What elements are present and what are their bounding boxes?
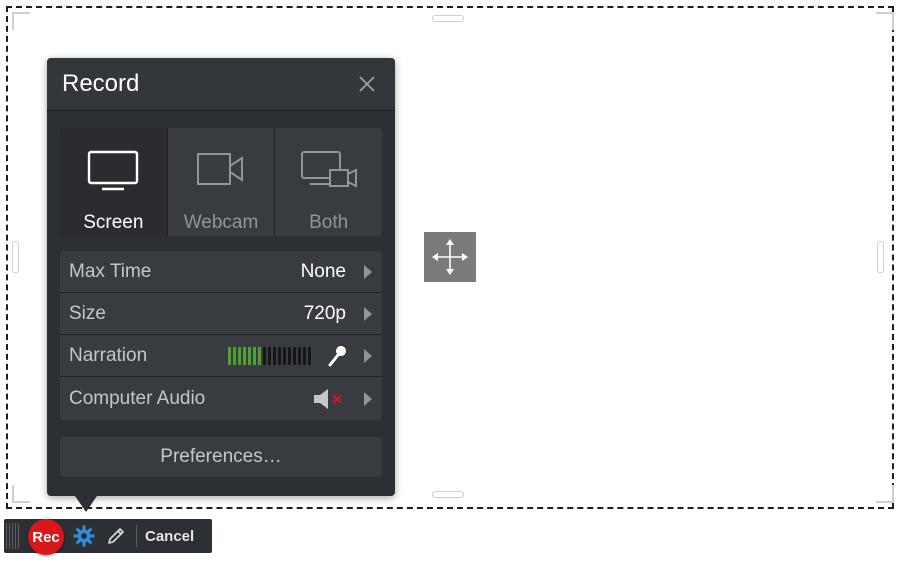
- max-time-label: Max Time: [69, 260, 152, 282]
- panel-title: Record: [62, 70, 140, 97]
- close-button[interactable]: [355, 72, 379, 96]
- preferences-button[interactable]: Preferences…: [60, 437, 382, 477]
- panel-header: Record: [47, 58, 395, 111]
- narration-label: Narration: [69, 344, 148, 366]
- setting-computer-audio[interactable]: Computer Audio: [60, 377, 382, 420]
- source-screen-button[interactable]: Screen: [60, 128, 167, 236]
- level-bar: [233, 346, 236, 365]
- pencil-icon: [108, 528, 124, 544]
- narration-level-meter: [228, 346, 311, 365]
- toolbar-divider: [136, 525, 137, 547]
- screen-and-webcam-icon: [300, 151, 357, 188]
- source-both-button[interactable]: Both: [275, 128, 382, 236]
- move-arrows-icon: [432, 239, 468, 275]
- cancel-button[interactable]: Cancel: [145, 528, 194, 545]
- gear-icon: [73, 525, 95, 547]
- setting-size[interactable]: Size 720p: [60, 293, 382, 334]
- size-value: 720p: [303, 302, 346, 324]
- level-bar: [258, 346, 261, 365]
- setting-max-time[interactable]: Max Time None: [60, 251, 382, 292]
- speaker-muted-icon: [314, 388, 342, 409]
- microphone-icon: [328, 345, 346, 366]
- setting-narration[interactable]: Narration: [60, 335, 382, 376]
- capture-corner-bottom-right[interactable]: [876, 485, 894, 503]
- level-bar: [303, 346, 306, 365]
- move-handle[interactable]: [424, 232, 476, 282]
- chevron-right-icon: [364, 264, 372, 279]
- source-webcam-button[interactable]: Webcam: [167, 128, 275, 236]
- source-both-label: Both: [309, 212, 349, 233]
- capture-corner-bottom-left[interactable]: [12, 485, 30, 503]
- webcam-icon: [197, 153, 243, 185]
- rec-button[interactable]: Rec: [28, 519, 64, 555]
- capture-corner-top-left[interactable]: [12, 12, 30, 30]
- level-bar: [293, 346, 296, 365]
- resize-handle-right[interactable]: [877, 241, 884, 273]
- settings-button[interactable]: [72, 524, 96, 548]
- level-bar: [278, 346, 281, 365]
- level-bar: [248, 346, 251, 365]
- level-bar: [243, 346, 246, 365]
- resize-handle-top[interactable]: [432, 15, 464, 22]
- settings-list: Max Time None Size 720p Narration Comput…: [60, 251, 382, 420]
- level-bar: [253, 346, 256, 365]
- resize-handle-left[interactable]: [12, 241, 19, 273]
- max-time-value: None: [300, 260, 346, 282]
- close-icon: [359, 76, 375, 92]
- capture-corner-top-right[interactable]: [876, 12, 894, 30]
- draw-button[interactable]: [104, 524, 128, 548]
- resize-handle-bottom[interactable]: [432, 491, 464, 498]
- source-screen-label: Screen: [83, 212, 144, 233]
- chevron-right-icon: [364, 306, 372, 321]
- level-bar: [228, 346, 231, 365]
- level-bar: [263, 346, 266, 365]
- chevron-right-icon: [364, 348, 372, 363]
- monitor-icon: [88, 150, 139, 191]
- level-bar: [288, 346, 291, 365]
- source-selector: Screen Webcam Both: [60, 128, 382, 236]
- level-bar: [238, 346, 241, 365]
- source-webcam-label: Webcam: [183, 212, 259, 233]
- record-panel: Record Screen Webcam Both Max Time None …: [47, 58, 395, 512]
- level-bar: [283, 346, 286, 365]
- chevron-right-icon: [364, 391, 372, 406]
- level-bar: [308, 346, 311, 365]
- level-bar: [298, 346, 301, 365]
- computer-audio-label: Computer Audio: [69, 387, 206, 409]
- drag-grip[interactable]: [6, 519, 24, 553]
- recording-toolbar: Rec Cancel: [4, 519, 212, 555]
- level-bar: [273, 346, 276, 365]
- level-bar: [268, 346, 271, 365]
- size-label: Size: [69, 302, 106, 324]
